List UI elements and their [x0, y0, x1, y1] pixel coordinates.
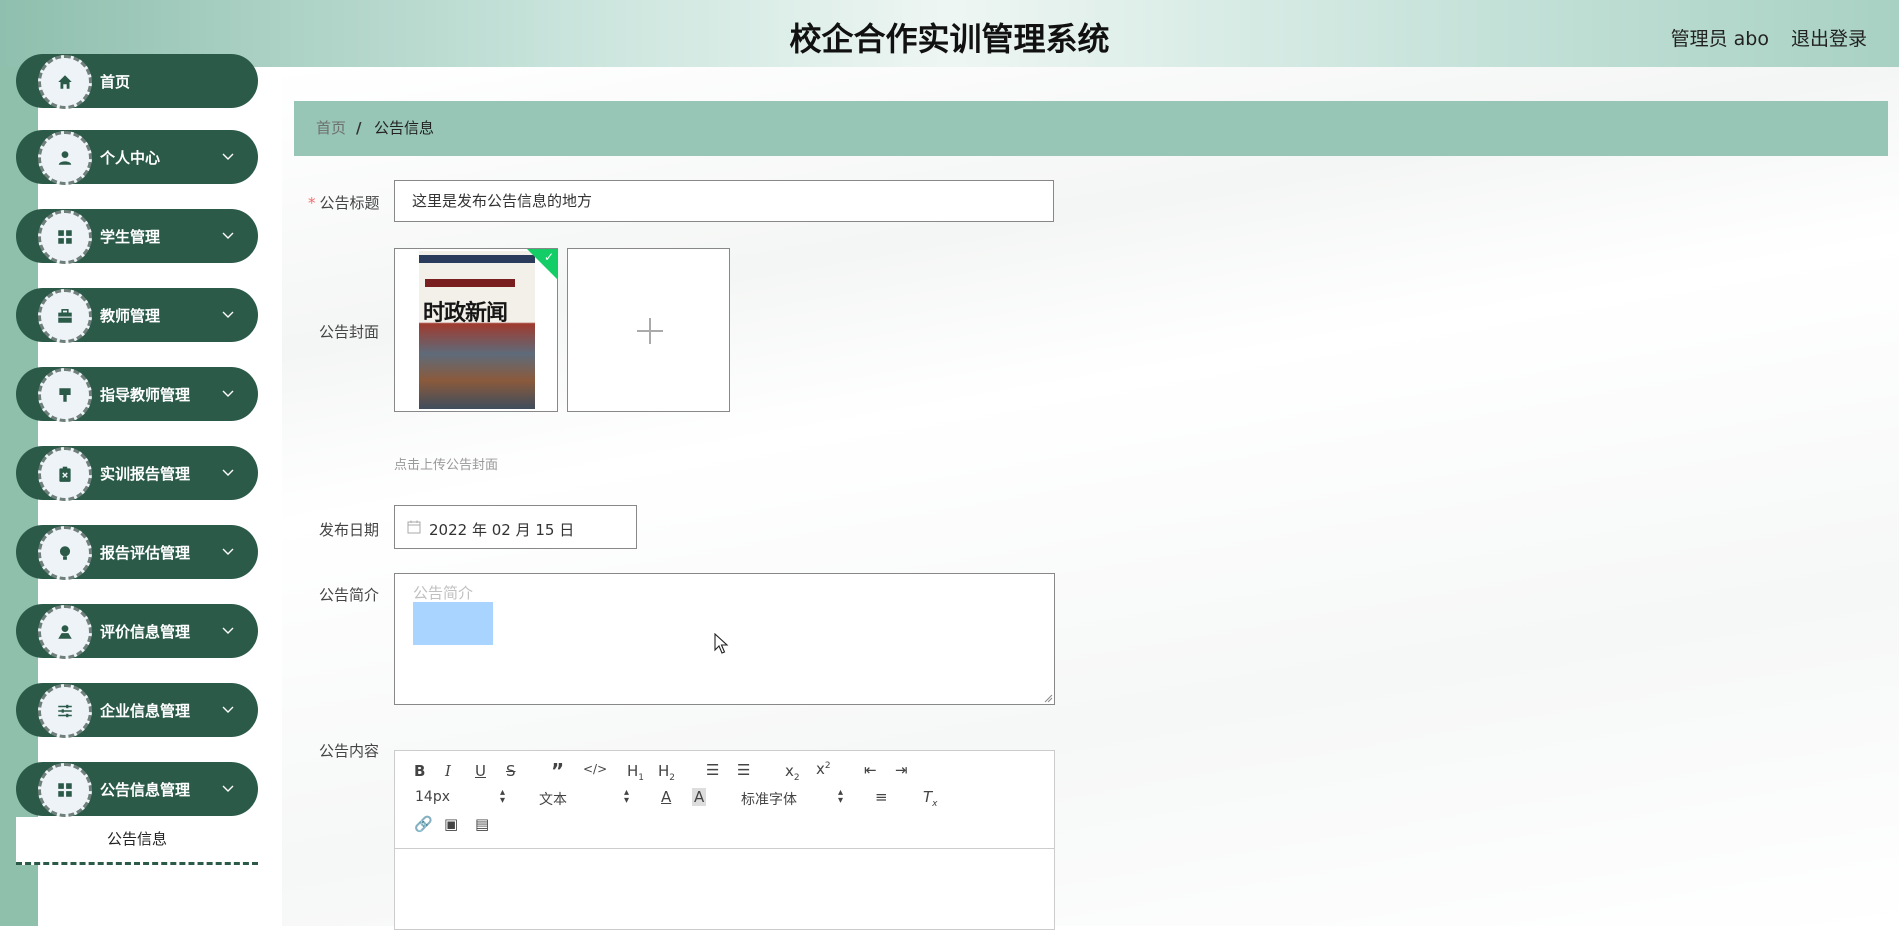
- current-user: 管理员 abo: [1670, 28, 1769, 50]
- align-icon[interactable]: ≡: [875, 788, 888, 806]
- editor-toolbar: B I U S ” </> H1 H2 ☰ ☰ x2 x2 ⇤ ⇥ 14px ▴ ▾…: [395, 751, 1054, 849]
- date-value: 2022 年 02 月 15 日: [429, 521, 575, 539]
- code-icon[interactable]: </>: [583, 762, 607, 776]
- chevron-down-icon: [222, 548, 234, 555]
- chevron-down-icon: [222, 311, 234, 318]
- cover-image-text: 时政新闻: [423, 301, 508, 326]
- bold-icon[interactable]: B: [414, 762, 425, 780]
- upload-tip: 点击上传公告封面: [394, 458, 499, 473]
- breadcrumb-home[interactable]: 首页: [316, 101, 346, 156]
- intro-placeholder: 公告简介: [413, 584, 474, 602]
- briefcase-icon: [38, 289, 92, 343]
- grid-icon: [38, 210, 92, 264]
- sidebar-item-students[interactable]: 学生管理: [16, 209, 258, 264]
- grid-icon: [38, 763, 92, 817]
- required-mark: *: [308, 194, 316, 212]
- sidebar-subitem-notice-info[interactable]: 公告信息: [16, 817, 258, 865]
- heading1-icon[interactable]: H1: [627, 762, 644, 783]
- outdent-icon[interactable]: ⇤: [864, 761, 877, 779]
- sidebar-item-label: 公告信息管理: [100, 781, 191, 799]
- superscript-icon[interactable]: x2: [816, 760, 831, 778]
- select-arrow-icon: ▴ ▾: [837, 787, 843, 806]
- video-icon[interactable]: ▤: [475, 815, 489, 833]
- sidebar-item-label: 评价信息管理: [100, 623, 191, 641]
- check-icon: ✓: [543, 250, 554, 264]
- chevron-down-icon: [222, 390, 234, 397]
- sidebar-item-reports[interactable]: 实训报告管理: [16, 446, 258, 501]
- link-icon[interactable]: 🔗: [414, 815, 433, 833]
- content-label: 公告内容: [319, 742, 380, 760]
- breadcrumb: 首页 / 公告信息: [294, 101, 1888, 156]
- person-icon: [38, 605, 92, 659]
- sidebar: 首页 个人中心 学生管理 教师管理 指导教师管理 实训报告管理 报告评估管理 评…: [0, 54, 270, 926]
- chevron-down-icon: [222, 627, 234, 634]
- strikethrough-icon[interactable]: S: [506, 762, 516, 780]
- sidebar-item-personal[interactable]: 个人中心: [16, 130, 258, 185]
- underline-icon[interactable]: U: [475, 762, 486, 780]
- sidebar-item-label: 个人中心: [100, 149, 161, 167]
- brush-icon: [38, 368, 92, 422]
- chevron-down-icon: [222, 153, 234, 160]
- mouse-cursor-icon: [714, 633, 729, 654]
- user-icon: [38, 131, 92, 185]
- ordered-list-icon[interactable]: ☰: [706, 761, 719, 779]
- sidebar-item-teachers[interactable]: 教师管理: [16, 288, 258, 343]
- image-icon[interactable]: ▣: [444, 815, 458, 833]
- heading2-icon[interactable]: H2: [658, 762, 675, 783]
- font-family-select[interactable]: 标准字体 ▴ ▾: [741, 787, 843, 809]
- sidebar-item-label: 实训报告管理: [100, 465, 191, 483]
- clear-format-icon[interactable]: Tx: [923, 788, 938, 809]
- quote-icon[interactable]: ”: [551, 759, 564, 783]
- bulb-icon: [38, 526, 92, 580]
- upload-add-button[interactable]: [567, 248, 730, 412]
- title-input[interactable]: 这里是发布公告信息的地方: [394, 180, 1054, 222]
- font-size-select[interactable]: 14px ▴ ▾: [415, 787, 505, 807]
- sidebar-item-label: 首页: [100, 73, 131, 91]
- chevron-down-icon: [222, 785, 234, 792]
- logout-link[interactable]: 退出登录: [1791, 24, 1867, 51]
- sidebar-item-mentors[interactable]: 指导教师管理: [16, 367, 258, 422]
- sidebar-item-notices[interactable]: 公告信息管理: [16, 762, 258, 817]
- chevron-down-icon: [222, 706, 234, 713]
- chevron-down-icon: [222, 469, 234, 476]
- bullet-list-icon[interactable]: ☰: [737, 761, 750, 779]
- sidebar-item-label: 报告评估管理: [100, 544, 191, 562]
- sidebar-item-label: 指导教师管理: [100, 386, 191, 404]
- select-arrow-icon: ▴ ▾: [623, 787, 629, 806]
- sliders-icon: [38, 684, 92, 738]
- title-label: * 公告标题: [308, 194, 380, 212]
- sidebar-item-home[interactable]: 首页: [16, 54, 258, 109]
- background-color-icon[interactable]: A: [692, 788, 707, 806]
- rich-text-editor[interactable]: B I U S ” </> H1 H2 ☰ ☰ x2 x2 ⇤ ⇥ 14px ▴ ▾…: [394, 750, 1055, 930]
- home-icon: [38, 55, 92, 109]
- resize-handle[interactable]: [1043, 693, 1053, 703]
- chevron-down-icon: [222, 232, 234, 239]
- block-type-select[interactable]: 文本 ▴ ▾: [539, 787, 629, 809]
- calendar-icon: [407, 520, 421, 534]
- app-header: 校企合作实训管理系统 管理员 abo 退出登录: [0, 0, 1899, 67]
- cover-thumbnail[interactable]: 时政新闻 ✓: [394, 248, 558, 412]
- app-title: 校企合作实训管理系统: [789, 20, 1110, 58]
- text-selection: [413, 602, 493, 645]
- italic-icon[interactable]: I: [445, 762, 451, 780]
- cover-image: 时政新闻: [419, 251, 535, 409]
- intro-label: 公告简介: [319, 586, 380, 604]
- sidebar-item-label: 企业信息管理: [100, 702, 191, 720]
- indent-icon[interactable]: ⇥: [895, 761, 908, 779]
- date-picker[interactable]: 2022 年 02 月 15 日: [394, 505, 637, 549]
- sidebar-item-companies[interactable]: 企业信息管理: [16, 683, 258, 738]
- date-label: 发布日期: [319, 521, 380, 539]
- cover-label: 公告封面: [319, 323, 380, 341]
- sidebar-item-reviews[interactable]: 评价信息管理: [16, 604, 258, 659]
- select-arrow-icon: ▴ ▾: [499, 787, 505, 806]
- sidebar-item-label: 学生管理: [100, 228, 161, 246]
- sidebar-item-label: 教师管理: [100, 307, 161, 325]
- sidebar-item-evaluation[interactable]: 报告评估管理: [16, 525, 258, 580]
- clipboard-icon: [38, 447, 92, 501]
- subscript-icon[interactable]: x2: [785, 762, 800, 783]
- breadcrumb-current: 公告信息: [374, 119, 435, 137]
- font-color-icon[interactable]: A: [661, 788, 671, 806]
- breadcrumb-separator: /: [356, 119, 362, 137]
